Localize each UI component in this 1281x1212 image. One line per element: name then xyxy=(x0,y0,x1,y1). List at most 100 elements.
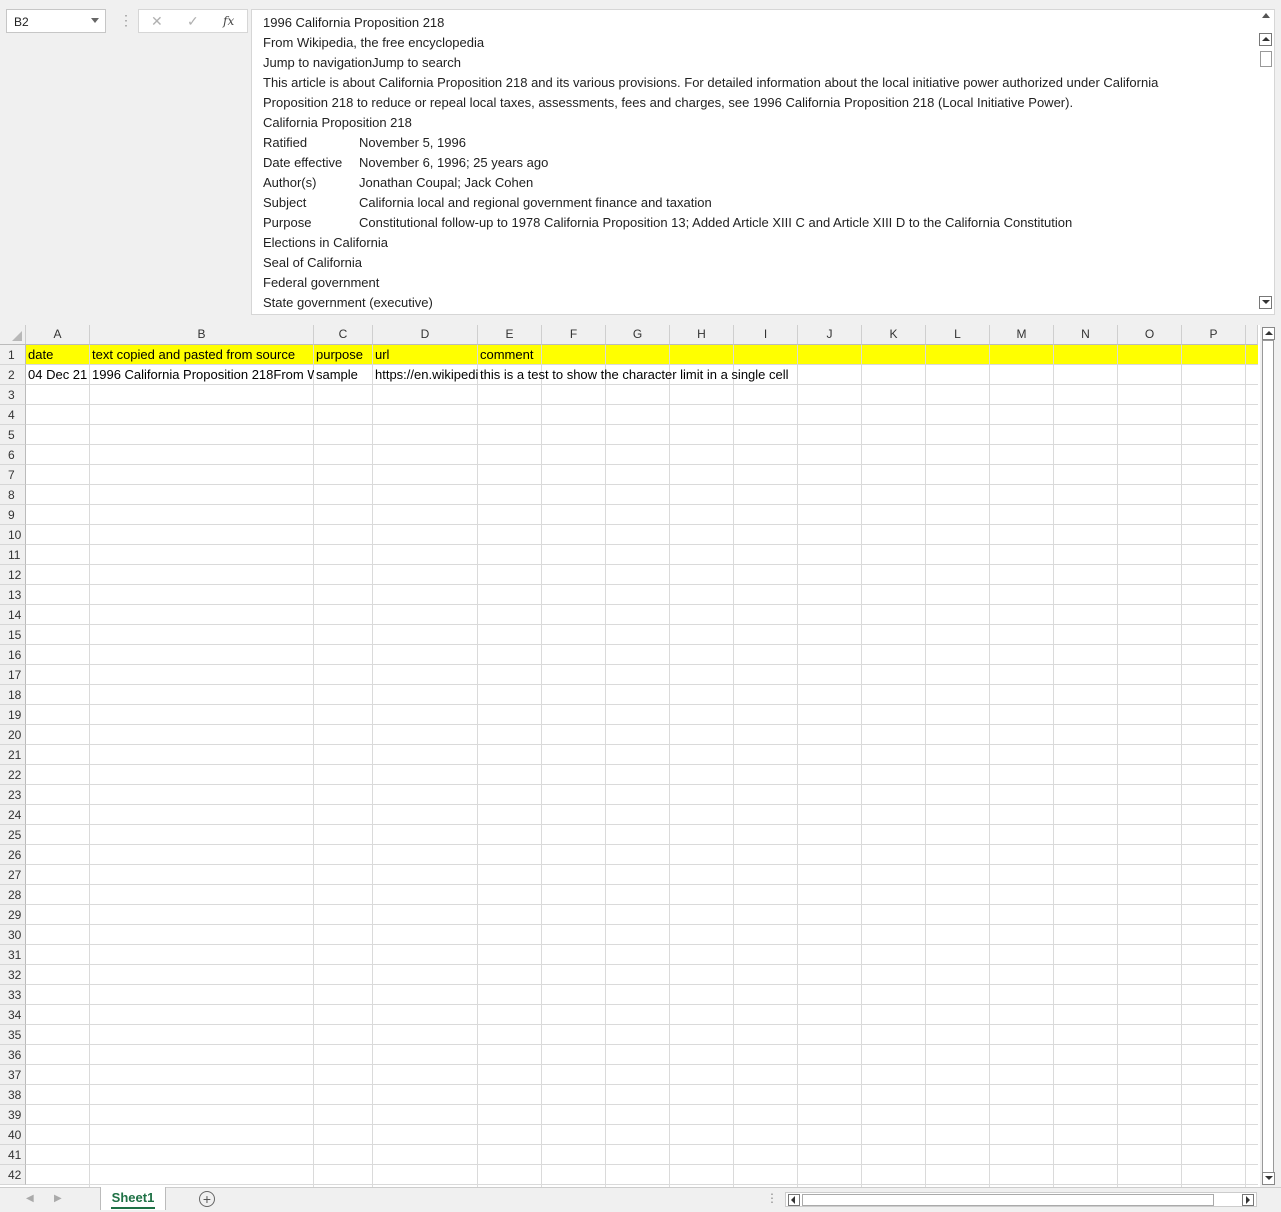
column-header-g[interactable]: G xyxy=(606,325,670,345)
row-header-17[interactable]: 17 xyxy=(0,665,26,685)
column-header-partial[interactable] xyxy=(1246,325,1258,345)
row-header-2[interactable]: 2 xyxy=(0,365,26,385)
column-header-i[interactable]: I xyxy=(734,325,798,345)
scroll-left-button[interactable] xyxy=(788,1194,800,1206)
column-header-h[interactable]: H xyxy=(670,325,734,345)
scroll-up-button[interactable] xyxy=(1262,327,1275,340)
row-header-1[interactable]: 1 xyxy=(0,345,26,365)
column-header-f[interactable]: F xyxy=(542,325,606,345)
next-sheet-icon[interactable]: ▶ xyxy=(54,1193,62,1204)
row-header-32[interactable]: 32 xyxy=(0,965,26,985)
column-header-j[interactable]: J xyxy=(798,325,862,345)
row-header-23[interactable]: 23 xyxy=(0,785,26,805)
column-header-c[interactable]: C xyxy=(314,325,373,345)
cancel-icon[interactable]: ✕ xyxy=(151,13,163,30)
row-header-16[interactable]: 16 xyxy=(0,645,26,665)
column-header-o[interactable]: O xyxy=(1118,325,1182,345)
row-header-22[interactable]: 22 xyxy=(0,765,26,785)
row-header-30[interactable]: 30 xyxy=(0,925,26,945)
formula-bar-input[interactable]: 1996 California Proposition 218 From Wiki… xyxy=(251,9,1275,315)
formula-line: Jump to navigationJump to search xyxy=(263,55,461,70)
cell-e1[interactable]: comment xyxy=(478,345,1246,365)
row-header-10[interactable]: 10 xyxy=(0,525,26,545)
formula-scrollbar[interactable] xyxy=(1258,11,1273,313)
row-header-41[interactable]: 41 xyxy=(0,1145,26,1165)
row-header-27[interactable]: 27 xyxy=(0,865,26,885)
row-header-24[interactable]: 24 xyxy=(0,805,26,825)
enter-icon[interactable]: ✓ xyxy=(187,13,199,30)
row-header-36[interactable]: 36 xyxy=(0,1045,26,1065)
row-header-3[interactable]: 3 xyxy=(0,385,26,405)
row-header-29[interactable]: 29 xyxy=(0,905,26,925)
row-header-11[interactable]: 11 xyxy=(0,545,26,565)
row-header-8[interactable]: 8 xyxy=(0,485,26,505)
row-header-40[interactable]: 40 xyxy=(0,1125,26,1145)
chevron-down-icon[interactable] xyxy=(91,18,99,23)
column-header-e[interactable]: E xyxy=(478,325,542,345)
cell-b1[interactable]: text copied and pasted from source xyxy=(90,345,314,365)
cell-b2[interactable]: 1996 California Proposition 218From Wiki… xyxy=(90,365,314,385)
row-header-37[interactable]: 37 xyxy=(0,1065,26,1085)
column-header-p[interactable]: P xyxy=(1182,325,1246,345)
row-header-6[interactable]: 6 xyxy=(0,445,26,465)
column-header-m[interactable]: M xyxy=(990,325,1054,345)
horizontal-scrollbar[interactable] xyxy=(785,1192,1257,1207)
scroll-down-button[interactable] xyxy=(1262,1172,1275,1185)
row-header-12[interactable]: 12 xyxy=(0,565,26,585)
scroll-up-button[interactable] xyxy=(1259,33,1272,46)
row-header-26[interactable]: 26 xyxy=(0,845,26,865)
vertical-scrollbar[interactable] xyxy=(1260,325,1277,1187)
row-header-21[interactable]: 21 xyxy=(0,745,26,765)
row-header-33[interactable]: 33 xyxy=(0,985,26,1005)
cell-d2[interactable]: https://en.wikipedia.org/wiki/1996_Calif… xyxy=(373,365,478,385)
cell-c2[interactable]: sample xyxy=(314,365,373,385)
column-header-l[interactable]: L xyxy=(926,325,990,345)
name-box[interactable]: B2 xyxy=(6,9,106,33)
row-header-13[interactable]: 13 xyxy=(0,585,26,605)
column-header-k[interactable]: K xyxy=(862,325,926,345)
row-header-5[interactable]: 5 xyxy=(0,425,26,445)
formula-line: State government (executive) xyxy=(263,295,433,310)
row-header-4[interactable]: 4 xyxy=(0,405,26,425)
collapse-formula-bar-icon[interactable] xyxy=(1262,13,1270,18)
formula-scroll-thumb[interactable] xyxy=(1260,51,1272,67)
table-row xyxy=(26,1025,1258,1045)
column-header-a[interactable]: A xyxy=(26,325,90,345)
scroll-down-button[interactable] xyxy=(1259,296,1272,309)
cell-e2[interactable]: this is a test to show the character lim… xyxy=(478,365,1246,385)
row-header-34[interactable]: 34 xyxy=(0,1005,26,1025)
sheet-tab-sheet1[interactable]: Sheet1 xyxy=(100,1187,166,1210)
row-header-9[interactable]: 9 xyxy=(0,505,26,525)
cell-c1[interactable]: purpose xyxy=(314,345,373,365)
vertical-scroll-thumb[interactable] xyxy=(1262,340,1274,1177)
add-sheet-icon[interactable]: + xyxy=(199,1191,215,1207)
row-header-19[interactable]: 19 xyxy=(0,705,26,725)
column-header-n[interactable]: N xyxy=(1054,325,1118,345)
tab-splitter-icon[interactable]: ⋮ xyxy=(766,1191,778,1205)
cell-a1[interactable]: date xyxy=(26,345,90,365)
row-header-42[interactable]: 42 xyxy=(0,1165,26,1185)
formula-bar-grip-icon[interactable]: ⋮ xyxy=(119,12,133,28)
row-header-14[interactable]: 14 xyxy=(0,605,26,625)
row-header-20[interactable]: 20 xyxy=(0,725,26,745)
column-header-b[interactable]: B xyxy=(90,325,314,345)
table-row xyxy=(26,965,1258,985)
row-header-7[interactable]: 7 xyxy=(0,465,26,485)
row-header-28[interactable]: 28 xyxy=(0,885,26,905)
row-header-18[interactable]: 18 xyxy=(0,685,26,705)
row-header-31[interactable]: 31 xyxy=(0,945,26,965)
previous-sheet-icon[interactable]: ◀ xyxy=(26,1193,34,1204)
cell-d1[interactable]: url xyxy=(373,345,478,365)
row-header-35[interactable]: 35 xyxy=(0,1025,26,1045)
scroll-right-button[interactable] xyxy=(1242,1194,1254,1206)
fx-icon[interactable]: fx xyxy=(223,14,234,28)
row-header-15[interactable]: 15 xyxy=(0,625,26,645)
select-all-button[interactable] xyxy=(0,325,26,345)
row-header-39[interactable]: 39 xyxy=(0,1105,26,1125)
column-header-d[interactable]: D xyxy=(373,325,478,345)
row-header-25[interactable]: 25 xyxy=(0,825,26,845)
cell-a2[interactable]: 04 Dec 21 xyxy=(26,365,90,385)
horizontal-scroll-thumb[interactable] xyxy=(802,1194,1214,1206)
row-header-38[interactable]: 38 xyxy=(0,1085,26,1105)
table-row xyxy=(26,625,1258,645)
